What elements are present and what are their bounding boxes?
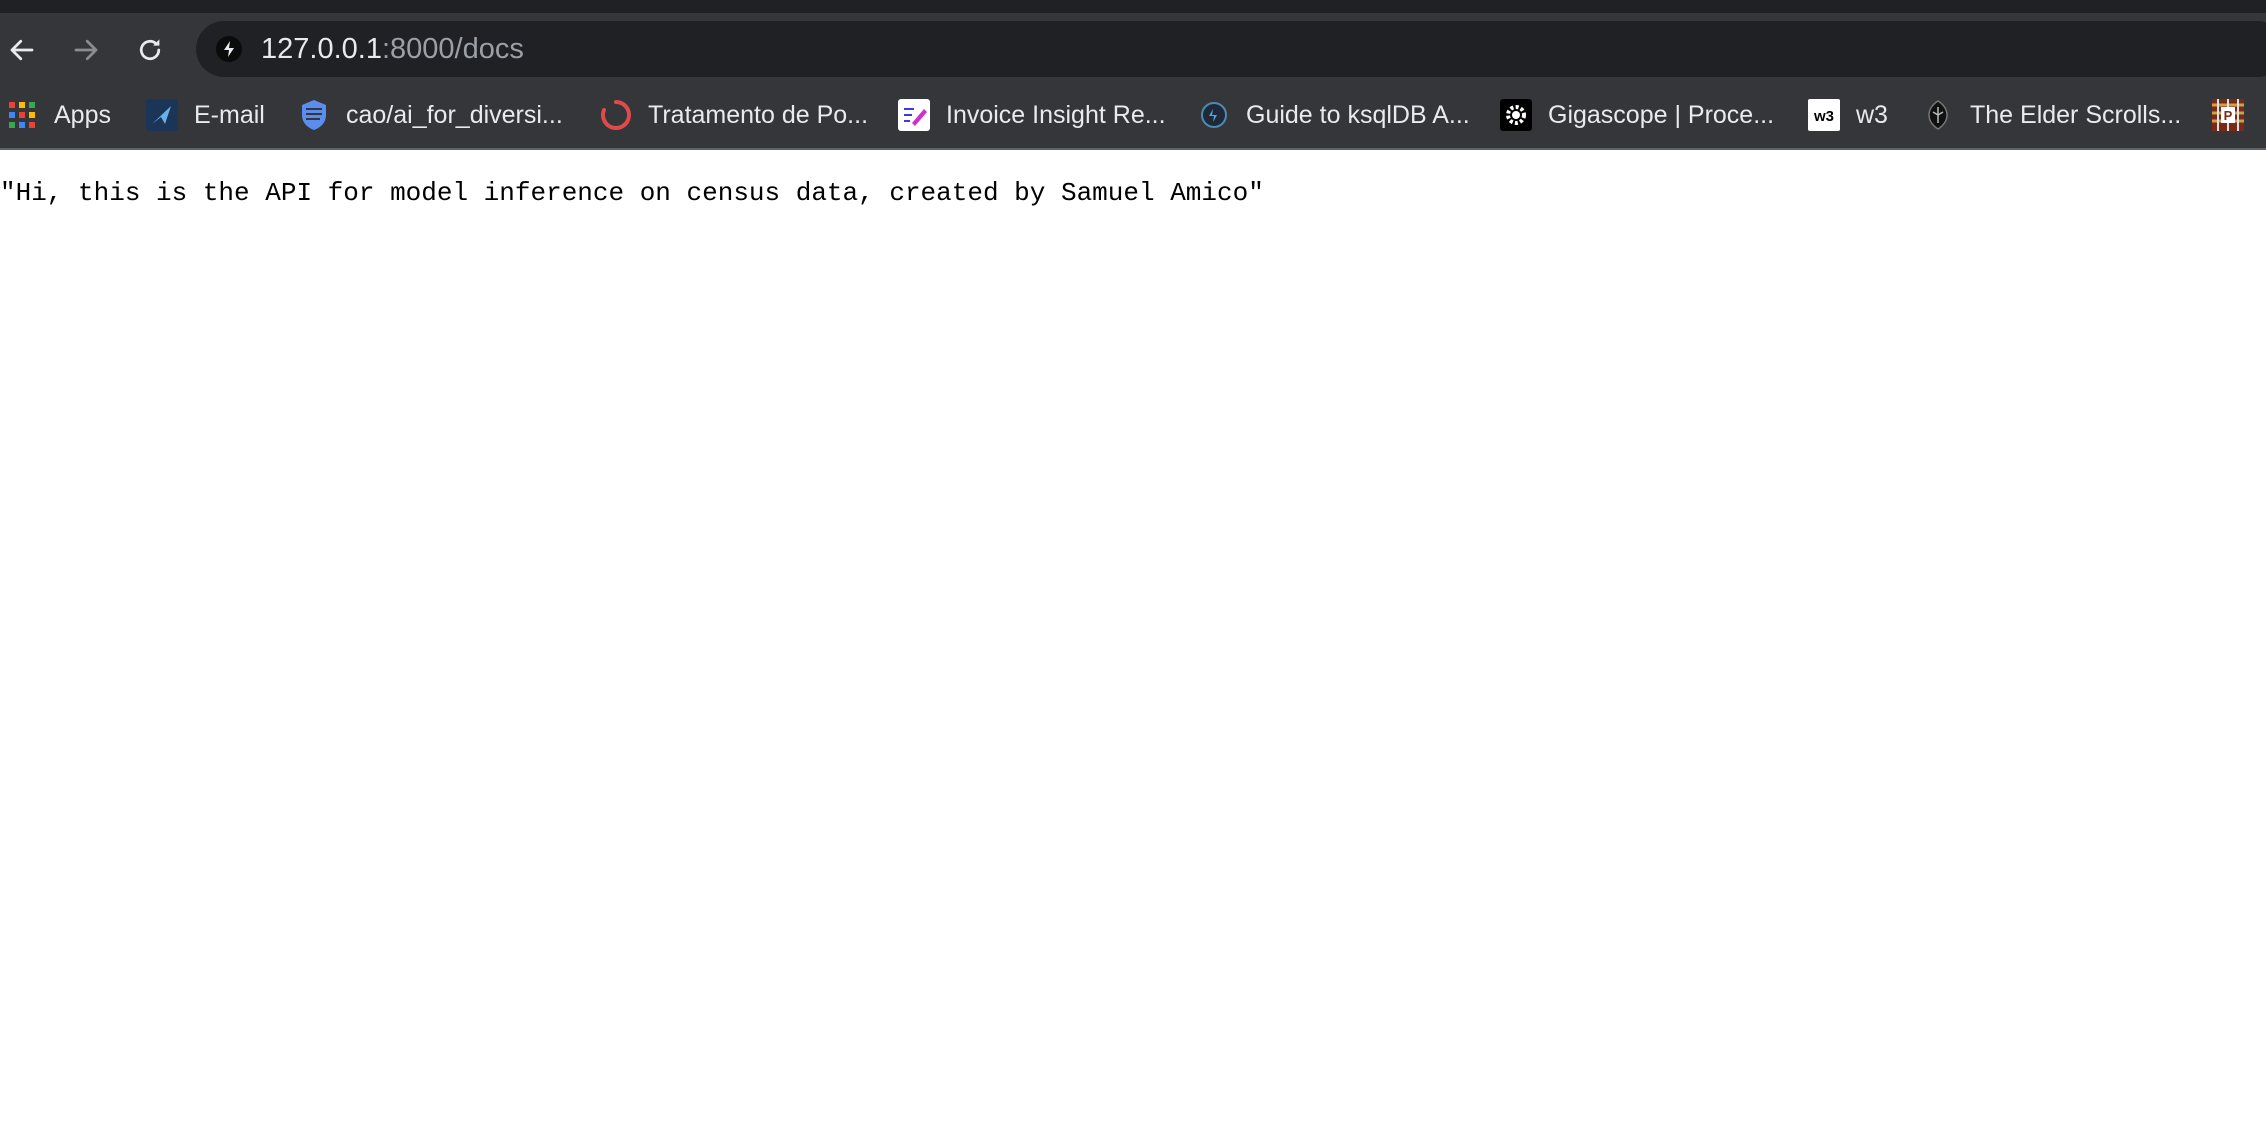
site-info-icon[interactable]: [216, 36, 242, 62]
bookmark-invoice[interactable]: Invoice Insight Re...: [898, 95, 1166, 135]
bookmark-label: Invoice Insight Re...: [946, 100, 1166, 129]
reload-button[interactable]: [130, 30, 170, 70]
w3-logo-icon: w3: [1808, 99, 1840, 131]
bookmark-cao-ai[interactable]: cao/ai_for_diversi...: [298, 95, 563, 135]
bookmark-label: Guide to ksqlDB A...: [1246, 100, 1470, 129]
elder-scrolls-logo-icon: [1922, 99, 1954, 131]
ksqldb-logo-icon: [1198, 99, 1230, 131]
url-text: 127.0.0.1:8000/docs: [261, 33, 524, 65]
shield-logo-icon: [298, 99, 330, 131]
forward-button[interactable]: [66, 30, 106, 70]
bookmark-apps[interactable]: Apps: [6, 95, 111, 135]
tab-strip: [0, 0, 2266, 13]
svg-text:P: P: [2224, 108, 2233, 123]
bookmark-label: Gigascope | Proce...: [1548, 100, 1775, 129]
bookmark-label: cao/ai_for_diversi...: [346, 100, 563, 129]
bookmark-w3[interactable]: w3 w3: [1808, 95, 1888, 135]
plaid-logo-icon: P: [2212, 99, 2244, 131]
browser-chrome: 127.0.0.1:8000/docs Apps E-mail cao/ai_f…: [0, 0, 2266, 150]
bookmark-tratamento[interactable]: Tratamento de Po...: [600, 95, 868, 135]
loading-ring-icon: [600, 99, 632, 131]
browser-toolbar: 127.0.0.1:8000/docs: [0, 13, 2266, 83]
back-button[interactable]: [2, 30, 42, 70]
bookmark-ksqldb[interactable]: Guide to ksqlDB A...: [1198, 95, 1470, 135]
bookmark-label: Apps: [54, 100, 111, 129]
bookmark-label: The Elder Scrolls...: [1970, 100, 2182, 129]
url-host: 127.0.0.1: [261, 33, 382, 65]
bookmark-gigascope[interactable]: Gigascope | Proce...: [1500, 95, 1774, 135]
arrow-right-icon: [74, 39, 98, 61]
bookmarks-bar: Apps E-mail cao/ai_for_diversi... Tratam…: [0, 83, 2266, 148]
svg-text:w3: w3: [1813, 108, 1834, 125]
page-content: "Hi, this is the API for model inference…: [0, 150, 2266, 1122]
bookmark-label: E-mail: [194, 100, 265, 129]
reload-icon: [139, 39, 161, 61]
address-bar[interactable]: 127.0.0.1:8000/docs: [196, 21, 2266, 77]
bookmark-elder-scrolls[interactable]: The Elder Scrolls...: [1922, 95, 2181, 135]
bookmark-plaid[interactable]: P: [2212, 95, 2260, 135]
bookmark-email[interactable]: E-mail: [146, 95, 265, 135]
bookmark-label: Tratamento de Po...: [648, 100, 869, 129]
api-response-text: "Hi, this is the API for model inference…: [0, 178, 1264, 208]
pen-logo-icon: [898, 99, 930, 131]
gear-logo-icon: [1500, 99, 1532, 131]
arrow-left-icon: [10, 39, 34, 61]
email-logo-icon: [146, 99, 178, 131]
url-path: :8000/docs: [381, 33, 524, 65]
bookmark-label: w3: [1856, 100, 1888, 129]
apps-grid-icon: [6, 99, 38, 131]
